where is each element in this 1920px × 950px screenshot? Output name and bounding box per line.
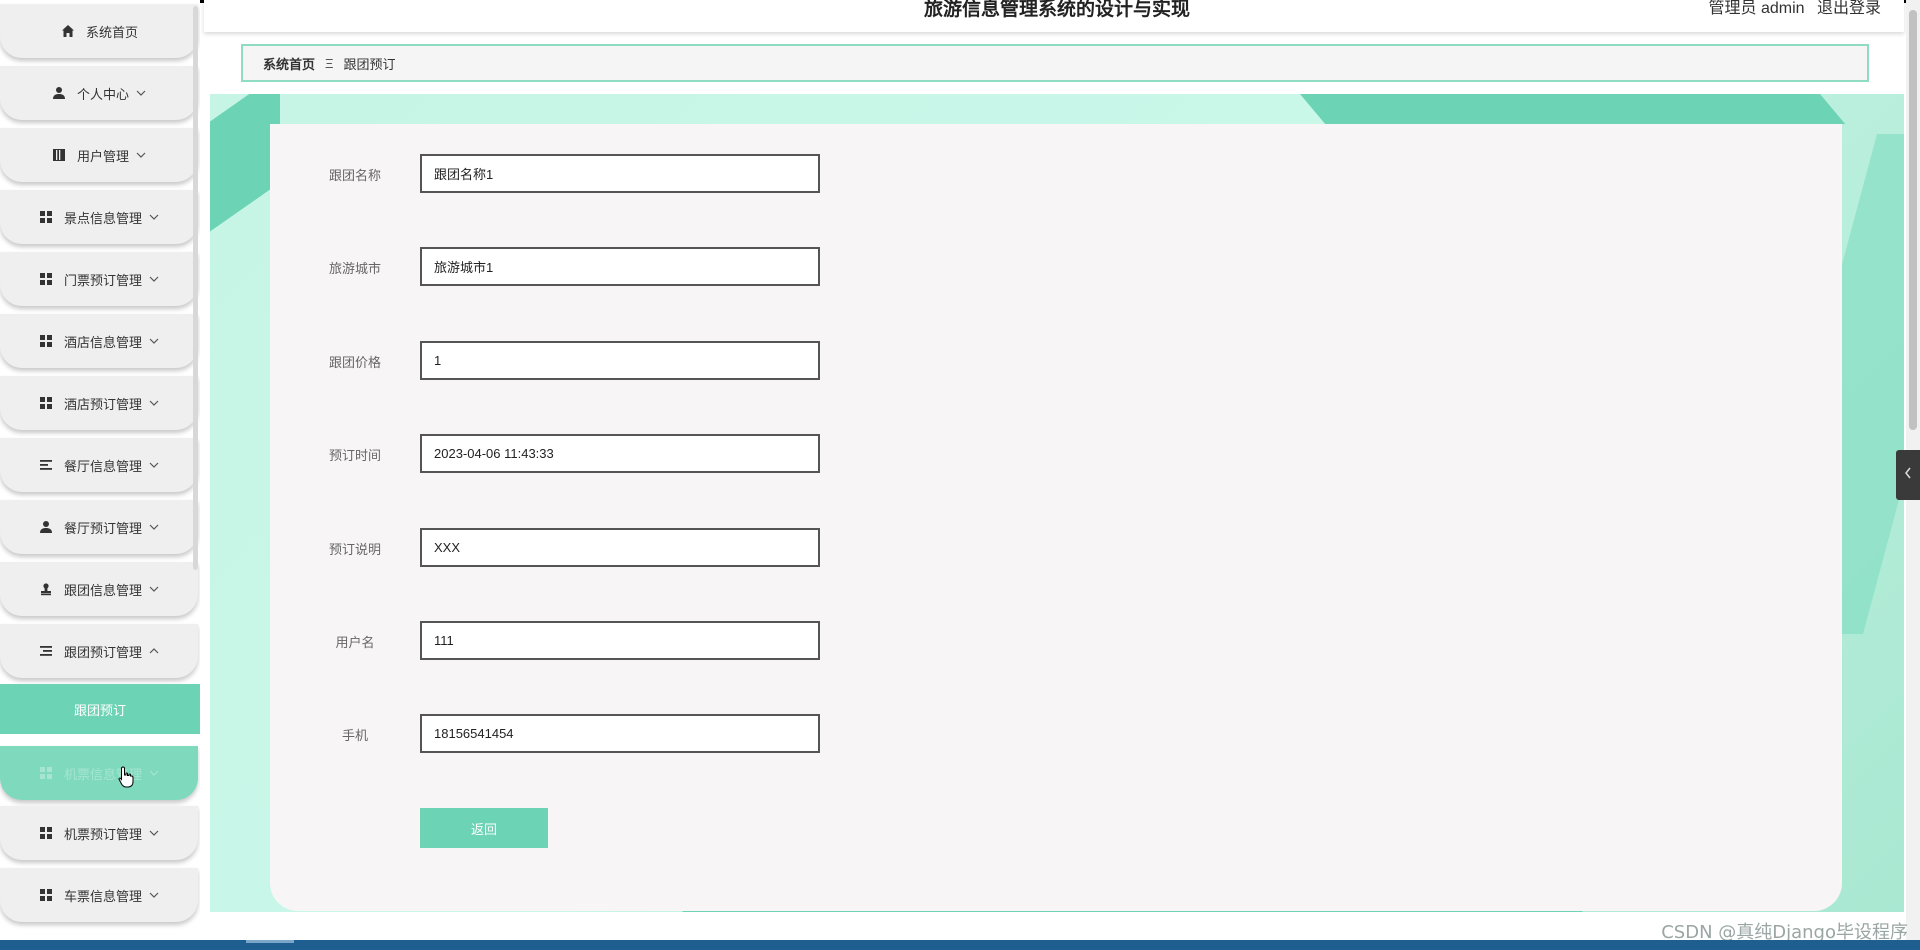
sidebar-item-label: 酒店信息管理	[63, 334, 142, 350]
current-user-label: 管理员 admin	[1708, 0, 1805, 17]
logout-link[interactable]: 退出登录	[1817, 0, 1881, 17]
hand-cursor-icon	[118, 766, 134, 788]
chevron-down-icon	[135, 87, 147, 99]
chevron-down-icon	[148, 335, 160, 347]
field-label-booking-time: 预订时间	[328, 448, 381, 463]
horizontal-scrollbar-thumb[interactable]	[246, 940, 294, 943]
person-icon	[51, 85, 67, 101]
sidebar-item-hotel-info[interactable]: 酒店信息管理	[0, 314, 198, 368]
grid-icon	[38, 887, 54, 903]
chevron-down-icon	[148, 767, 160, 779]
field-label-price: 跟团价格	[328, 355, 381, 370]
chevron-down-icon	[135, 149, 147, 161]
grid-icon	[38, 825, 54, 841]
breadcrumb: 系统首页 Ξ 跟团预订	[241, 44, 1869, 82]
decorative-stripe	[1300, 94, 1846, 124]
chevron-down-icon	[148, 889, 160, 901]
field-label-city: 旅游城市	[328, 261, 381, 276]
stamp-icon	[38, 581, 54, 597]
user-info: 管理员 admin 退出登录	[1701, 0, 1882, 18]
tour-name-input[interactable]	[420, 154, 820, 193]
sidebar-item-label: 跟团信息管理	[63, 582, 142, 598]
book-icon	[51, 147, 67, 163]
field-label-booking-note: 预订说明	[328, 542, 381, 557]
sidebar-item-label: 景点信息管理	[63, 210, 142, 226]
submenu-item-label: 跟团预订	[73, 702, 126, 718]
sidebar-item-label: 车票信息管理	[63, 888, 142, 904]
sidebar-item-scenic-info[interactable]: 景点信息管理	[0, 190, 198, 244]
booking-note-input[interactable]	[420, 528, 820, 567]
sidebar-item-label: 餐厅预订管理	[63, 520, 142, 536]
sidebar-item-label: 跟团预订管理	[63, 644, 142, 660]
phone-input[interactable]	[420, 714, 820, 753]
username-input[interactable]	[420, 621, 820, 660]
chevron-down-icon	[148, 273, 160, 285]
city-input[interactable]	[420, 247, 820, 286]
sidebar-item-label: 个人中心	[76, 86, 129, 102]
breadcrumb-home-link[interactable]: 系统首页	[263, 54, 315, 73]
chevron-down-icon	[148, 397, 160, 409]
sidebar-item-flight-info[interactable]: 机票信息管理	[0, 746, 198, 800]
sidebar-item-label: 门票预订管理	[63, 272, 142, 288]
sidebar-item-hotel-booking[interactable]: 酒店预订管理	[0, 376, 198, 430]
back-button[interactable]: 返回	[420, 808, 548, 848]
grid-icon	[38, 333, 54, 349]
chevron-left-icon	[1904, 466, 1912, 484]
grid-icon	[38, 395, 54, 411]
sidebar-item-label: 系统首页	[85, 24, 138, 40]
chevron-up-icon	[148, 645, 160, 657]
scrollbar-thumb[interactable]	[1909, 10, 1917, 430]
sidebar-item-personal-center[interactable]: 个人中心	[0, 66, 198, 120]
chevron-down-icon	[148, 459, 160, 471]
detail-form-card	[270, 124, 1842, 911]
bottom-status-bar	[0, 940, 1920, 950]
submenu-item-tour-booking[interactable]: 跟团预订	[0, 684, 200, 734]
sidebar-item-user-management[interactable]: 用户管理	[0, 128, 198, 182]
chevron-down-icon	[148, 583, 160, 595]
sidebar-item-label: 酒店预订管理	[63, 396, 142, 412]
sidebar-item-train-info[interactable]: 车票信息管理	[0, 868, 198, 922]
price-input[interactable]	[420, 341, 820, 380]
sidebar-item-tour-booking[interactable]: 跟团预订管理	[0, 624, 198, 678]
side-panel-toggle[interactable]	[1896, 450, 1920, 500]
grid-icon	[38, 209, 54, 225]
breadcrumb-separator: Ξ	[325, 55, 334, 71]
booking-time-input[interactable]	[420, 434, 820, 473]
sidebar-item-flight-booking[interactable]: 机票预订管理	[0, 806, 198, 860]
breadcrumb-current: 跟团预订	[343, 56, 396, 72]
sidebar-item-label: 机票预订管理	[63, 826, 142, 842]
field-label-username: 用户名	[335, 635, 375, 650]
chevron-down-icon	[148, 521, 160, 533]
list-icon	[38, 643, 54, 659]
sidebar: 系统首页 个人中心 用户管理 景点信息管理 门票预订管理 酒店信息管理 酒店预订…	[0, 0, 200, 940]
grid-icon	[38, 271, 54, 287]
sidebar-item-restaurant-info[interactable]: 餐厅信息管理	[0, 438, 198, 492]
list-icon	[38, 457, 54, 473]
person-icon	[38, 519, 54, 535]
top-header: 旅游信息管理系统的设计与实现 管理员 admin 退出登录	[204, 0, 1904, 32]
app-title: 旅游信息管理系统的设计与实现	[924, 0, 1191, 20]
sidebar-item-restaurant-booking[interactable]: 餐厅预订管理	[0, 500, 198, 554]
chevron-down-icon	[148, 211, 160, 223]
home-icon	[60, 23, 76, 39]
sidebar-item-tour-info[interactable]: 跟团信息管理	[0, 562, 198, 616]
field-label-phone: 手机	[341, 728, 368, 743]
sidebar-scrollbar[interactable]	[193, 6, 198, 570]
chevron-down-icon	[148, 827, 160, 839]
sidebar-item-ticket-booking[interactable]: 门票预订管理	[0, 252, 198, 306]
sidebar-item-home[interactable]: 系统首页	[0, 4, 198, 58]
grid-icon	[38, 765, 54, 781]
field-label-tour-name: 跟团名称	[328, 168, 381, 183]
sidebar-item-label: 用户管理	[76, 148, 129, 164]
sidebar-item-label: 餐厅信息管理	[63, 458, 142, 474]
